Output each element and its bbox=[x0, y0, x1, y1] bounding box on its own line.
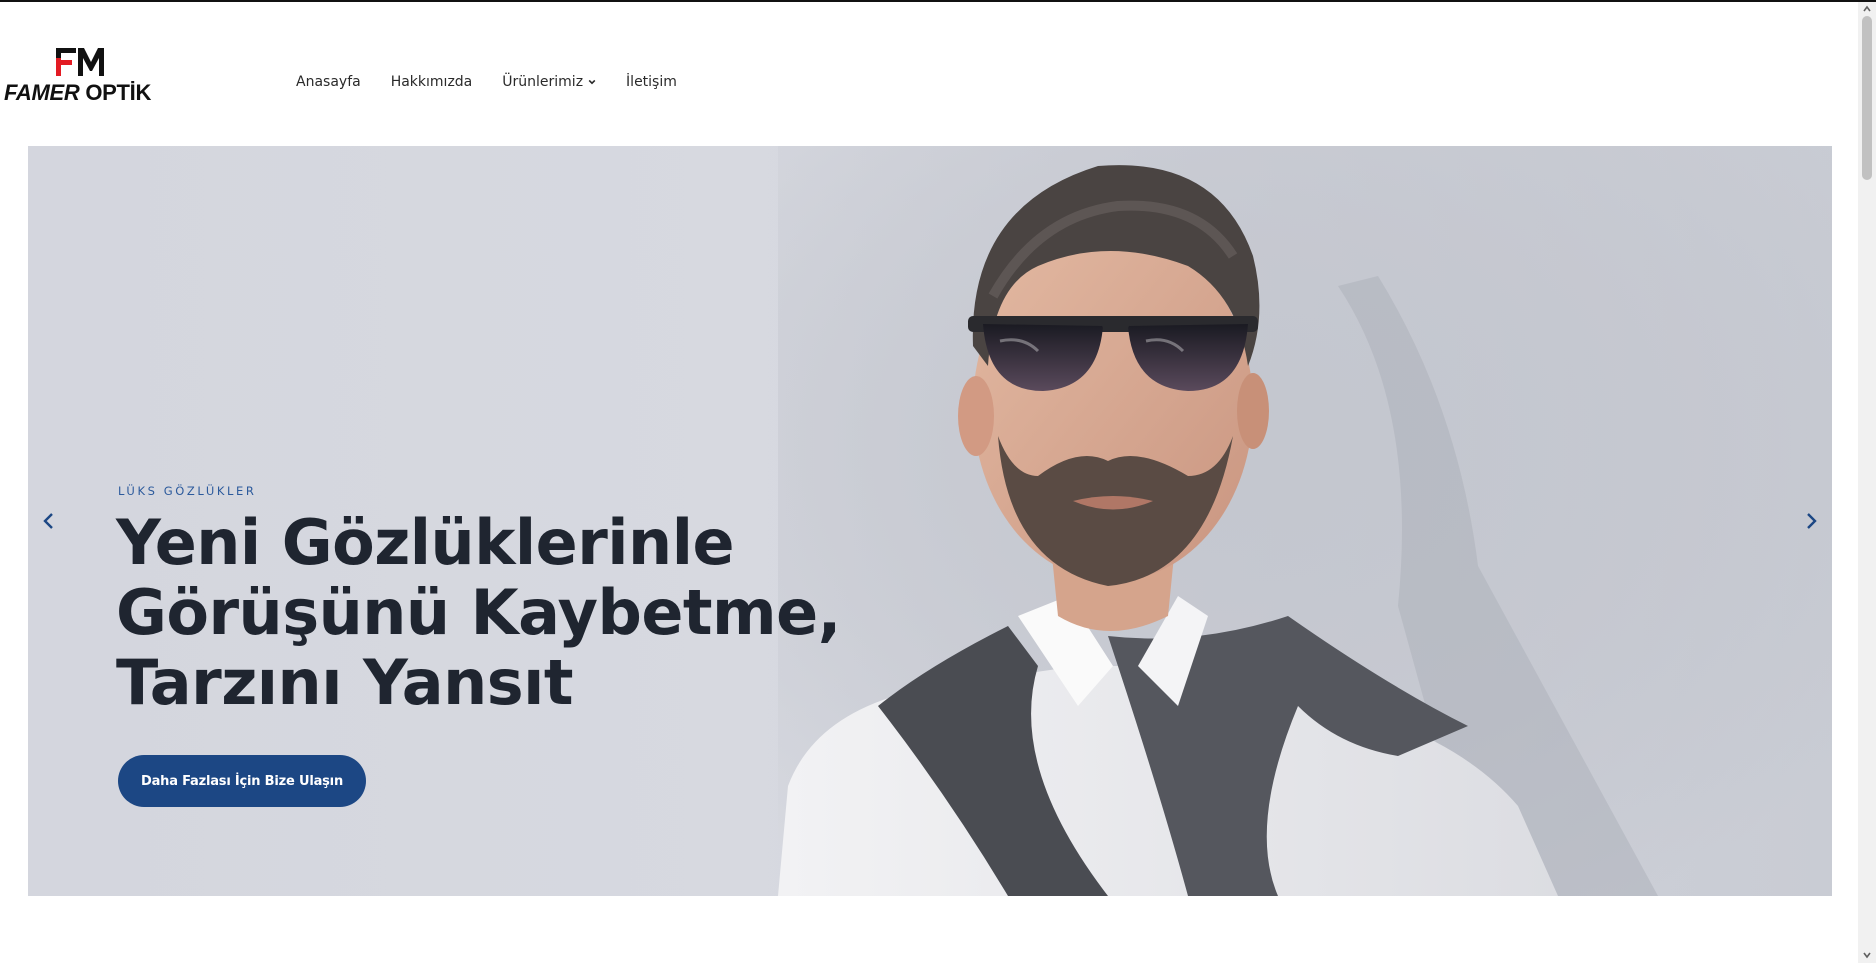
fm-monogram-icon bbox=[56, 48, 104, 76]
scroll-down-arrow-icon[interactable] bbox=[1862, 950, 1872, 960]
logo-wordmark: FAMER OPTİK bbox=[4, 80, 152, 105]
scrollbar-thumb[interactable] bbox=[1862, 16, 1872, 180]
hero-title-line: Yeni Gözlüklerinle bbox=[116, 506, 735, 579]
nav-item-iletisim[interactable]: İletişim bbox=[626, 74, 677, 90]
contact-cta-button[interactable]: Daha Fazlası İçin Bize Ulaşın bbox=[118, 755, 366, 807]
hero-title-line: Görüşünü Kaybetme, bbox=[116, 576, 841, 649]
chevron-down-icon bbox=[588, 79, 596, 85]
nav-item-urunlerimiz[interactable]: Ürünlerimiz bbox=[502, 74, 596, 90]
hero-slider: LÜKS GÖZLÜKLER Yeni Gözlüklerinle Görüşü… bbox=[28, 146, 1832, 896]
hero-man-sunglasses-image bbox=[778, 146, 1832, 896]
scroll-up-arrow-icon[interactable] bbox=[1862, 4, 1872, 14]
chevron-left-icon[interactable] bbox=[38, 510, 60, 532]
main-nav: Anasayfa Hakkımızda Ürünlerimiz İletişim bbox=[296, 74, 707, 90]
famer-optik-logo[interactable]: FAMER OPTİK bbox=[4, 46, 154, 106]
hero-title: Yeni Gözlüklerinle Görüşünü Kaybetme, Ta… bbox=[116, 508, 876, 718]
hero-title-line: Tarzını Yansıt bbox=[116, 646, 574, 719]
chevron-right-icon[interactable] bbox=[1800, 510, 1822, 532]
site-header: FAMER OPTİK Anasayfa Hakkımızda Ürünleri… bbox=[0, 2, 1858, 146]
vertical-scrollbar[interactable] bbox=[1858, 2, 1876, 963]
hero-eyebrow: LÜKS GÖZLÜKLER bbox=[118, 484, 257, 498]
nav-item-anasayfa[interactable]: Anasayfa bbox=[296, 74, 361, 90]
nav-item-hakkimizda[interactable]: Hakkımızda bbox=[391, 74, 473, 90]
